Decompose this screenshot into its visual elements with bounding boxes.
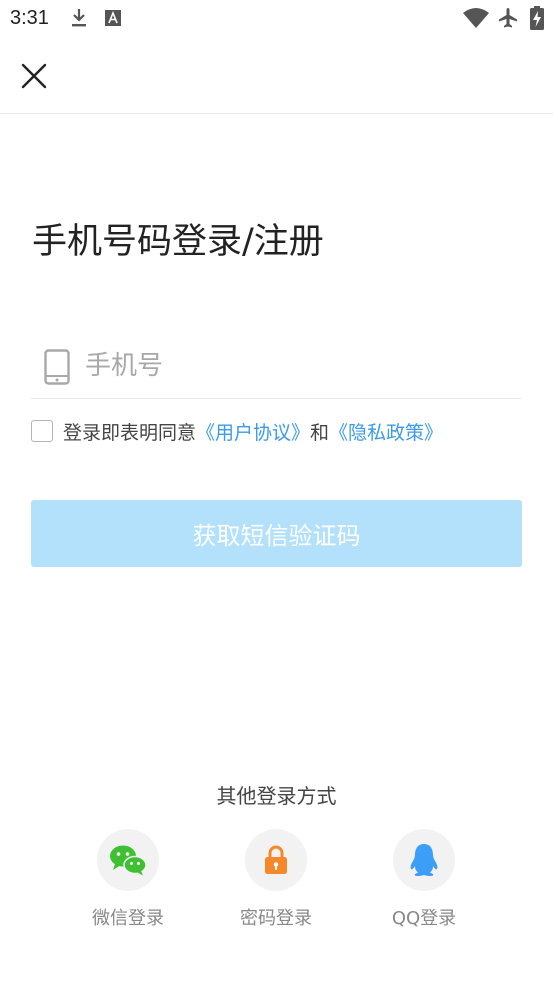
download-icon [72, 9, 86, 27]
other-login-title: 其他登录方式 [216, 784, 337, 808]
wechat-login-button[interactable] [97, 829, 159, 891]
airplane-icon [499, 8, 517, 28]
wechat-login-option[interactable]: 微信登录 [68, 829, 188, 930]
lock-icon [265, 845, 287, 874]
wifi-icon [463, 8, 489, 28]
close-button[interactable] [16, 58, 52, 94]
status-bar: 3:31 [0, 0, 553, 36]
header [0, 36, 553, 114]
phone-icon [44, 349, 70, 385]
close-icon [21, 63, 47, 89]
wechat-icon [110, 845, 147, 876]
qq-icon [410, 844, 438, 877]
battery-charging-icon [530, 6, 544, 30]
phone-input[interactable] [85, 344, 505, 388]
password-login-button[interactable] [245, 829, 307, 891]
status-time: 3:31 [10, 7, 49, 29]
get-sms-code-button[interactable]: 获取短信验证码 [31, 500, 522, 567]
user-agreement-link[interactable]: 《用户协议》 [196, 418, 310, 445]
font-icon [105, 10, 121, 26]
agreement-prefix: 登录即表明同意 [63, 421, 197, 444]
qq-login-button[interactable] [393, 829, 455, 891]
agreement-row: 登录即表明同意 《用户协议》 和 《隐私政策》 [31, 417, 443, 445]
privacy-policy-link[interactable]: 《隐私政策》 [329, 418, 443, 445]
page-title: 手机号码登录/注册 [32, 222, 324, 262]
wechat-login-label: 微信登录 [92, 908, 164, 929]
agreement-and: 和 [310, 421, 330, 444]
qq-login-label: QQ登录 [391, 908, 457, 929]
agreement-checkbox[interactable] [31, 420, 53, 442]
password-login-label: 密码登录 [240, 908, 312, 929]
phone-input-row [31, 336, 521, 399]
password-login-option[interactable]: 密码登录 [216, 829, 336, 930]
qq-login-option[interactable]: QQ登录 [364, 829, 484, 930]
